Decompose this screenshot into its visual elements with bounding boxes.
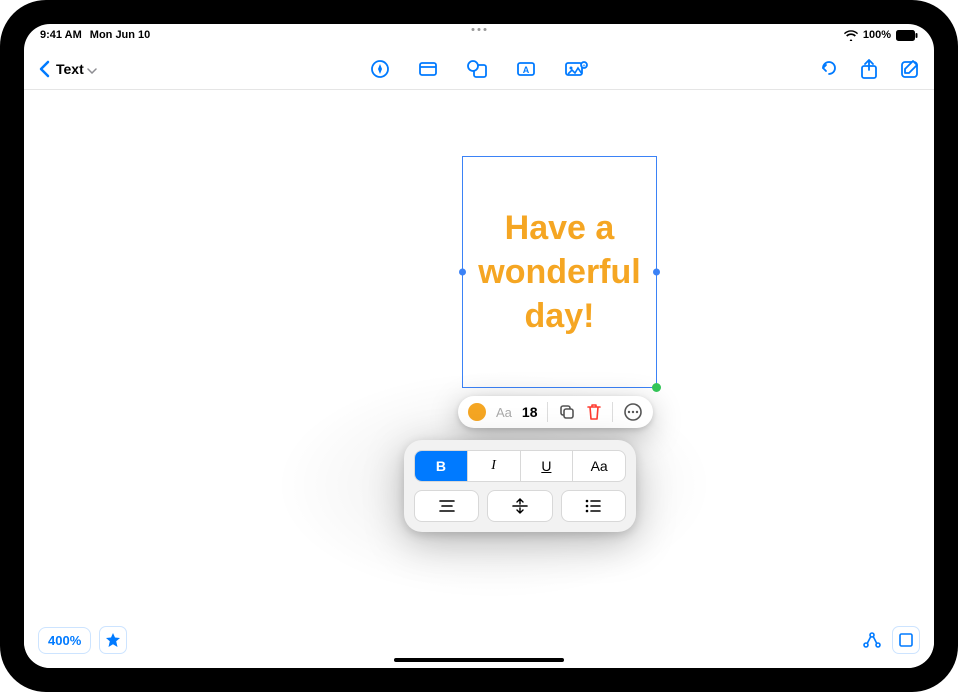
- battery-percent: 100%: [863, 29, 891, 41]
- separator: [547, 402, 548, 422]
- share-button[interactable]: [860, 58, 878, 80]
- bold-button[interactable]: B: [415, 451, 468, 481]
- duplicate-button[interactable]: [558, 403, 576, 421]
- screen: 9:41 AM Mon Jun 10 100% Text: [24, 24, 934, 668]
- tool-label-text: Text: [56, 61, 84, 77]
- media-icon[interactable]: +: [564, 59, 588, 79]
- selected-text-box[interactable]: Have a wonderful day!: [462, 156, 657, 388]
- bottom-left-controls: 400%: [38, 626, 127, 654]
- svg-text:A: A: [523, 65, 530, 75]
- resize-handle-bottom-right[interactable]: [652, 383, 661, 392]
- status-time: 9:41 AM: [40, 29, 82, 41]
- font-style-button[interactable]: Aa: [496, 405, 512, 420]
- align-button[interactable]: [414, 490, 479, 522]
- separator: [612, 402, 613, 422]
- text-case-button[interactable]: Aa: [573, 451, 625, 481]
- canvas[interactable]: Have a wonderful day! Aa 18: [24, 90, 934, 668]
- compose-button[interactable]: [900, 59, 920, 79]
- resize-handle-right[interactable]: [653, 269, 660, 276]
- home-indicator[interactable]: [394, 658, 564, 662]
- status-date: Mon Jun 10: [90, 29, 151, 41]
- list-button[interactable]: [561, 490, 626, 522]
- vertical-align-button[interactable]: [487, 490, 552, 522]
- font-size-button[interactable]: 18: [522, 404, 538, 420]
- graph-tool-button[interactable]: [862, 631, 882, 649]
- shapes-icon[interactable]: [466, 59, 488, 79]
- tool-picker[interactable]: Text: [56, 61, 97, 77]
- bottom-right-controls: [862, 626, 920, 654]
- textbox-icon[interactable]: A: [516, 59, 536, 79]
- more-button[interactable]: [623, 402, 643, 422]
- top-toolbar: Text A +: [24, 52, 934, 86]
- wifi-icon: [844, 30, 858, 41]
- italic-button[interactable]: I: [468, 451, 521, 481]
- back-button[interactable]: [38, 60, 50, 78]
- sticky-note-icon[interactable]: [418, 59, 438, 79]
- status-bar: 9:41 AM Mon Jun 10 100%: [24, 24, 934, 46]
- chevron-down-icon: [87, 61, 97, 77]
- text-content[interactable]: Have a wonderful day!: [463, 206, 656, 339]
- svg-text:+: +: [582, 64, 586, 70]
- text-format-panel: B I U Aa: [404, 440, 636, 532]
- undo-button[interactable]: [818, 59, 838, 79]
- pen-tool-icon[interactable]: [370, 59, 390, 79]
- text-color-swatch[interactable]: [468, 403, 486, 421]
- underline-button[interactable]: U: [521, 451, 574, 481]
- minimap-button[interactable]: [892, 626, 920, 654]
- resize-handle-left[interactable]: [459, 269, 466, 276]
- battery-icon: [896, 30, 918, 41]
- text-context-toolbar: Aa 18: [458, 396, 653, 428]
- zoom-level[interactable]: 400%: [38, 627, 91, 654]
- ipad-frame: 9:41 AM Mon Jun 10 100% Text: [0, 0, 958, 692]
- style-segmented-control: B I U Aa: [414, 450, 626, 482]
- favorites-button[interactable]: [99, 626, 127, 654]
- delete-button[interactable]: [586, 403, 602, 421]
